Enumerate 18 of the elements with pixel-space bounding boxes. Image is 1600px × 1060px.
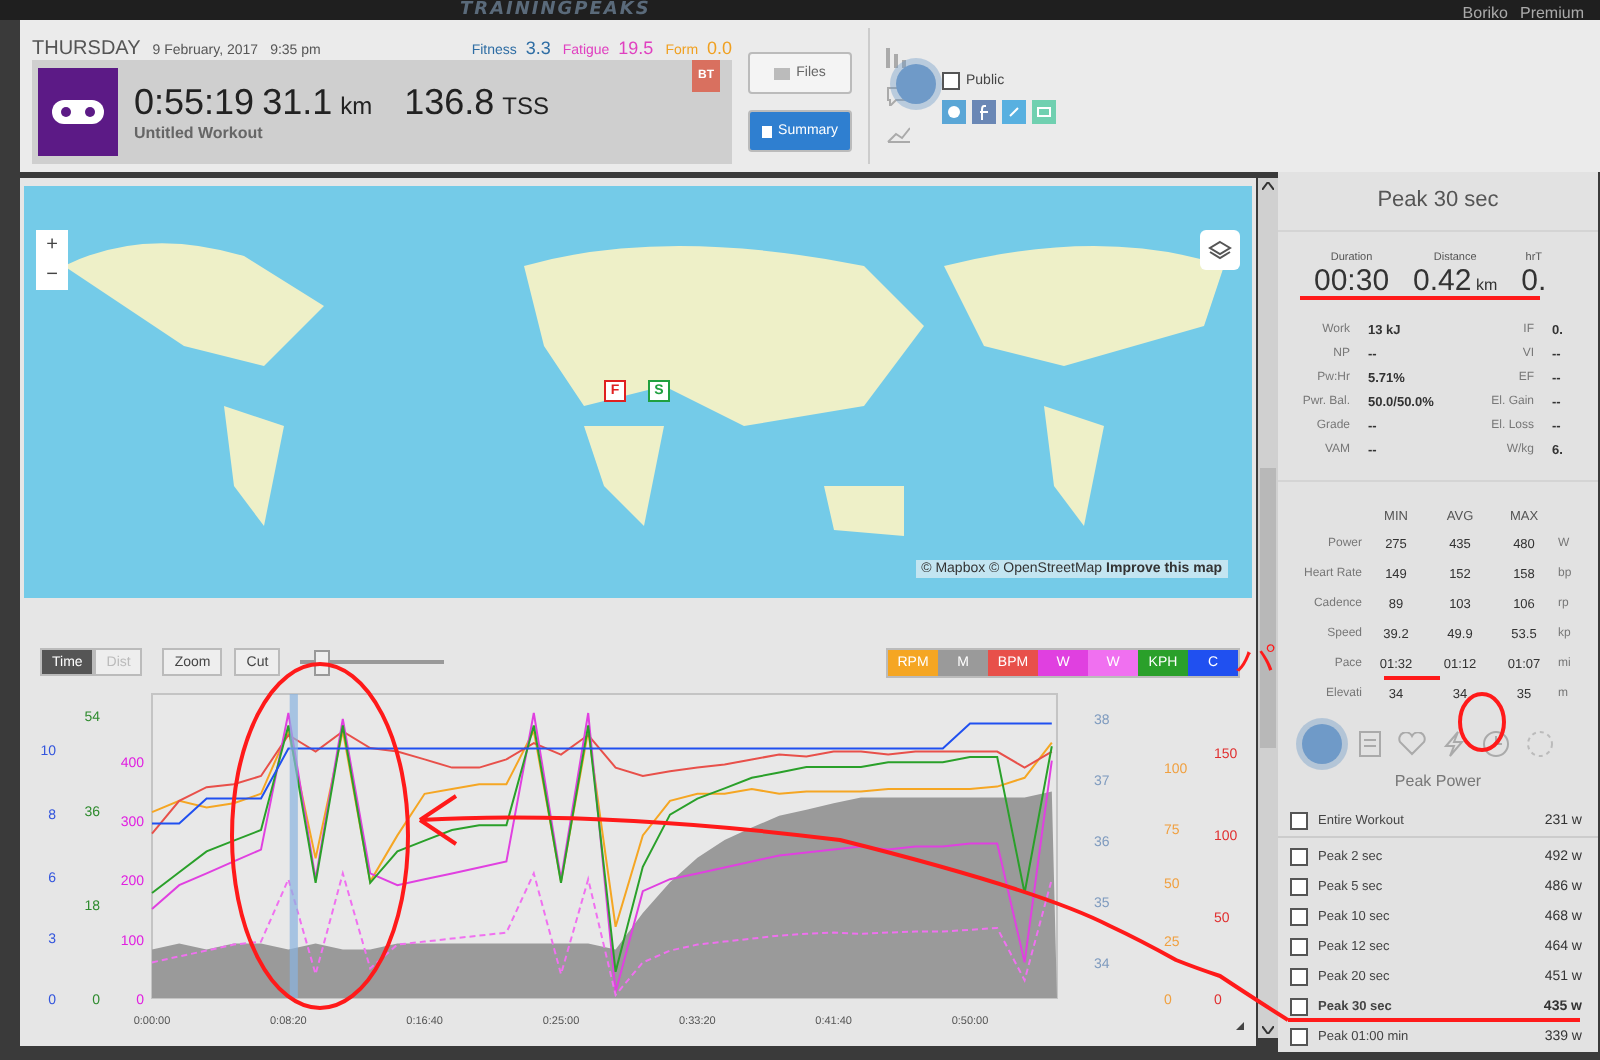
unit-label: km: [340, 92, 373, 120]
section-title: Peak Power: [1392, 770, 1484, 794]
plan-label: Premium: [1519, 4, 1584, 22]
metric-value: 19.5: [618, 38, 654, 58]
panel-title: Peak 30 sec: [1278, 172, 1598, 232]
distance-value: 31.1: [262, 82, 333, 124]
stat-value: 0.: [1521, 264, 1547, 298]
day-label: THURSDAY: [32, 38, 141, 60]
unit-label: TSS: [502, 92, 549, 120]
workout-title: Untitled Workout: [134, 124, 265, 142]
logo: TRAININGPEAKS: [460, 0, 651, 20]
user-name[interactable]: Boriko: [1462, 4, 1508, 22]
metric-value: 0.0: [706, 38, 732, 58]
stat-value: 0.42 km: [1413, 264, 1498, 298]
duration-value: 0:55:19: [134, 82, 255, 124]
tss-value: 136.8: [404, 82, 495, 124]
stat-value: 00:30: [1314, 264, 1390, 298]
metric-value: 3.3: [525, 38, 551, 58]
